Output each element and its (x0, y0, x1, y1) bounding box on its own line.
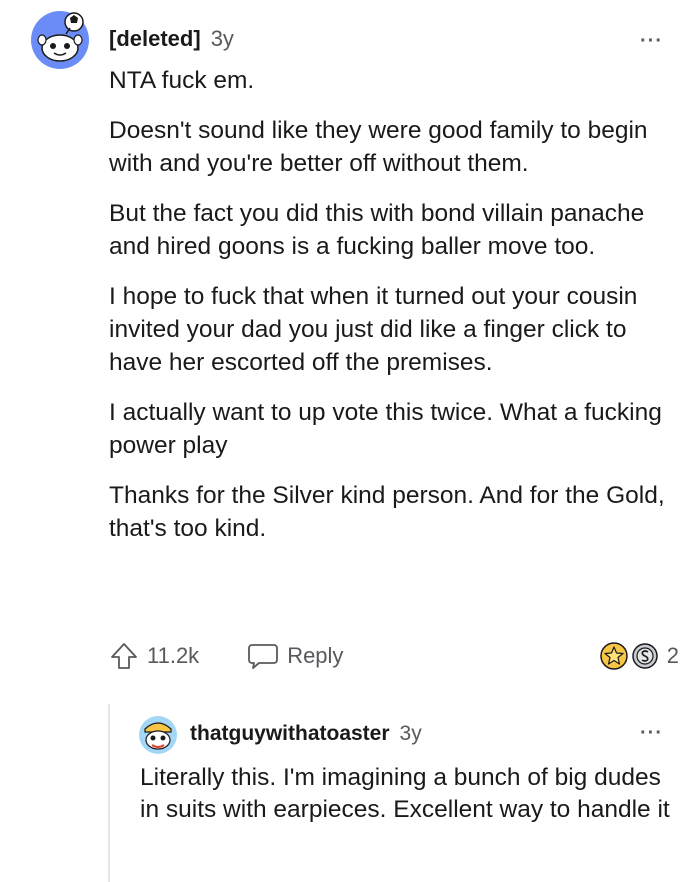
reply-body: Literally this. I'm imagining a bunch of… (140, 764, 670, 823)
comment-actions: 11.2k Reply 2 (109, 636, 679, 676)
user-avatar[interactable] (30, 10, 90, 70)
reply-button[interactable]: Reply (247, 642, 343, 670)
reply-user-avatar[interactable] (138, 715, 178, 755)
vote-count: 11.2k (147, 643, 200, 668)
gold-award-icon (600, 642, 628, 670)
reply-author[interactable]: thatguywithatoaster (190, 722, 390, 746)
snoo-avatar-icon (31, 11, 89, 69)
comment-age: 3y (210, 26, 234, 51)
comment-thread: [deleted] 3y ··· NTA fuck em. Doesn't so… (0, 0, 700, 882)
comment-paragraph: I actually want to up vote this twice. W… (109, 399, 662, 459)
more-options-icon[interactable]: ··· (640, 30, 663, 53)
snoo-avatar-icon (139, 716, 177, 754)
reply-more-options-icon[interactable]: ··· (640, 722, 663, 745)
reply-age: 3y (399, 722, 422, 745)
thread-line[interactable] (108, 704, 110, 882)
reply-label: Reply (287, 643, 344, 668)
reply-header: thatguywithatoaster 3y (190, 722, 422, 746)
comment-header: [deleted] 3y (109, 26, 234, 56)
awards[interactable]: 2 (599, 641, 679, 671)
comment-body: NTA fuck em. Doesn't sound like they wer… (109, 64, 679, 562)
comment-paragraph: But the fact you did this with bond vill… (109, 200, 645, 260)
reply-bubble-icon (248, 644, 279, 669)
award-count: 2 (666, 643, 679, 668)
comment-author[interactable]: [deleted] (109, 26, 201, 52)
comment-paragraph: I hope to fuck that when it turned out y… (109, 283, 638, 376)
comment-paragraph: NTA fuck em. (109, 67, 255, 94)
upvote-arrow-icon (111, 643, 137, 669)
comment-paragraph: Thanks for the Silver kind person. And f… (109, 482, 665, 542)
silver-award-icon (632, 643, 658, 669)
upvote-button[interactable]: 11.2k (109, 641, 199, 671)
comment-paragraph: Doesn't sound like they were good family… (109, 117, 648, 177)
